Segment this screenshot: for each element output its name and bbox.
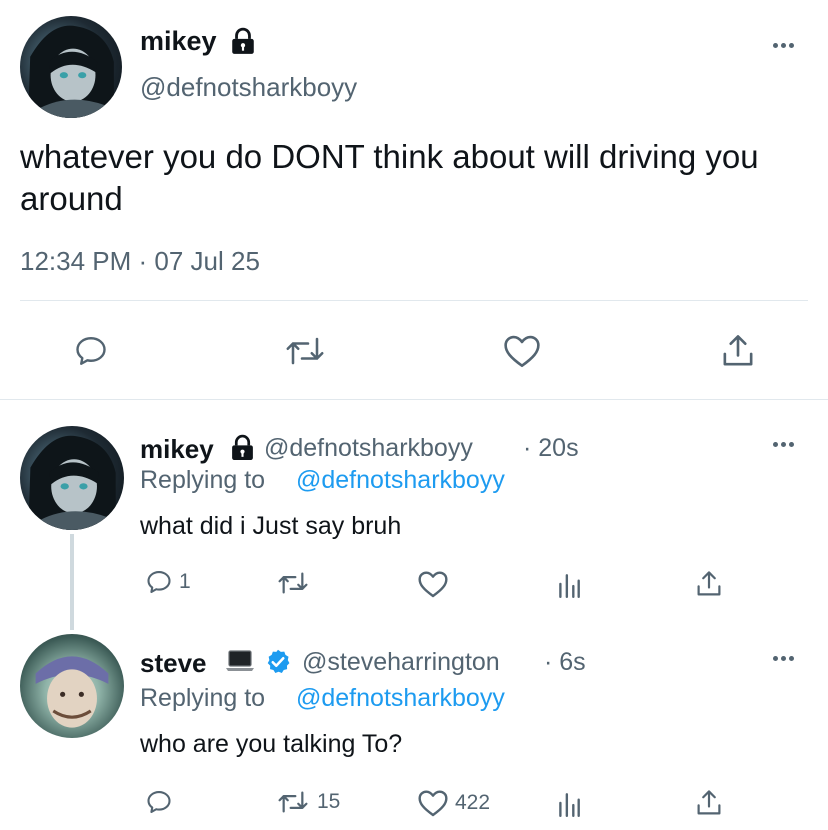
like-icon[interactable] [502, 333, 542, 369]
avatar[interactable] [20, 426, 124, 530]
replying-to-label: Replying to [140, 684, 266, 712]
more-icon[interactable] [773, 442, 794, 447]
share-icon[interactable] [720, 332, 756, 370]
avatar[interactable] [20, 634, 124, 738]
divider [0, 399, 828, 400]
retweet-icon[interactable] [275, 569, 311, 597]
divider [20, 300, 808, 301]
reply-text: who are you talking To? [140, 730, 403, 758]
author-handle[interactable]: @defnotsharkboyy [264, 434, 473, 463]
reply-action[interactable]: 1 [145, 568, 191, 596]
more-icon[interactable] [773, 656, 794, 661]
reply-icon[interactable] [145, 788, 173, 816]
share-icon[interactable] [695, 569, 723, 599]
like-icon[interactable] [417, 569, 449, 599]
retweet-action[interactable]: 15 [275, 788, 340, 816]
avatar[interactable] [20, 16, 122, 118]
verified-icon [264, 648, 292, 676]
more-icon[interactable] [773, 43, 794, 48]
replying-to-link[interactable]: @defnotsharkboyy [296, 684, 505, 713]
laptop-icon [224, 648, 256, 674]
thread-line [70, 534, 74, 630]
author-handle[interactable]: @steveharrington [302, 648, 500, 677]
replying-to-label: Replying to [140, 466, 266, 494]
retweet-icon [275, 788, 311, 816]
author-name[interactable]: mikey [140, 26, 217, 57]
analytics-icon[interactable] [556, 790, 582, 818]
reply-icon[interactable] [72, 333, 110, 369]
lock-icon [230, 27, 256, 55]
analytics-icon[interactable] [556, 571, 582, 599]
tweet-text: whatever you do DONT think about will dr… [20, 138, 759, 217]
reply-text: what did i Just say bruh [140, 512, 402, 540]
like-action[interactable]: 422 [417, 788, 490, 818]
share-icon[interactable] [695, 788, 723, 818]
retweet-icon[interactable] [283, 333, 327, 369]
like-count: 422 [455, 791, 491, 814]
author-name[interactable]: steve [140, 648, 207, 679]
like-icon [417, 788, 449, 818]
tweet-timestamp: 12:34 PM · 07 Jul 25 [20, 246, 260, 276]
lock-icon [230, 434, 255, 461]
reply-time: · 6s [544, 648, 586, 676]
author-handle[interactable]: @defnotsharkboyy [140, 72, 357, 103]
reply-count: 1 [179, 570, 191, 593]
reply-time: · 20s [523, 434, 579, 462]
reply-icon [145, 568, 173, 596]
retweet-count: 15 [317, 790, 341, 813]
author-name[interactable]: mikey [140, 434, 214, 465]
replying-to-link[interactable]: @defnotsharkboyy [296, 466, 505, 495]
